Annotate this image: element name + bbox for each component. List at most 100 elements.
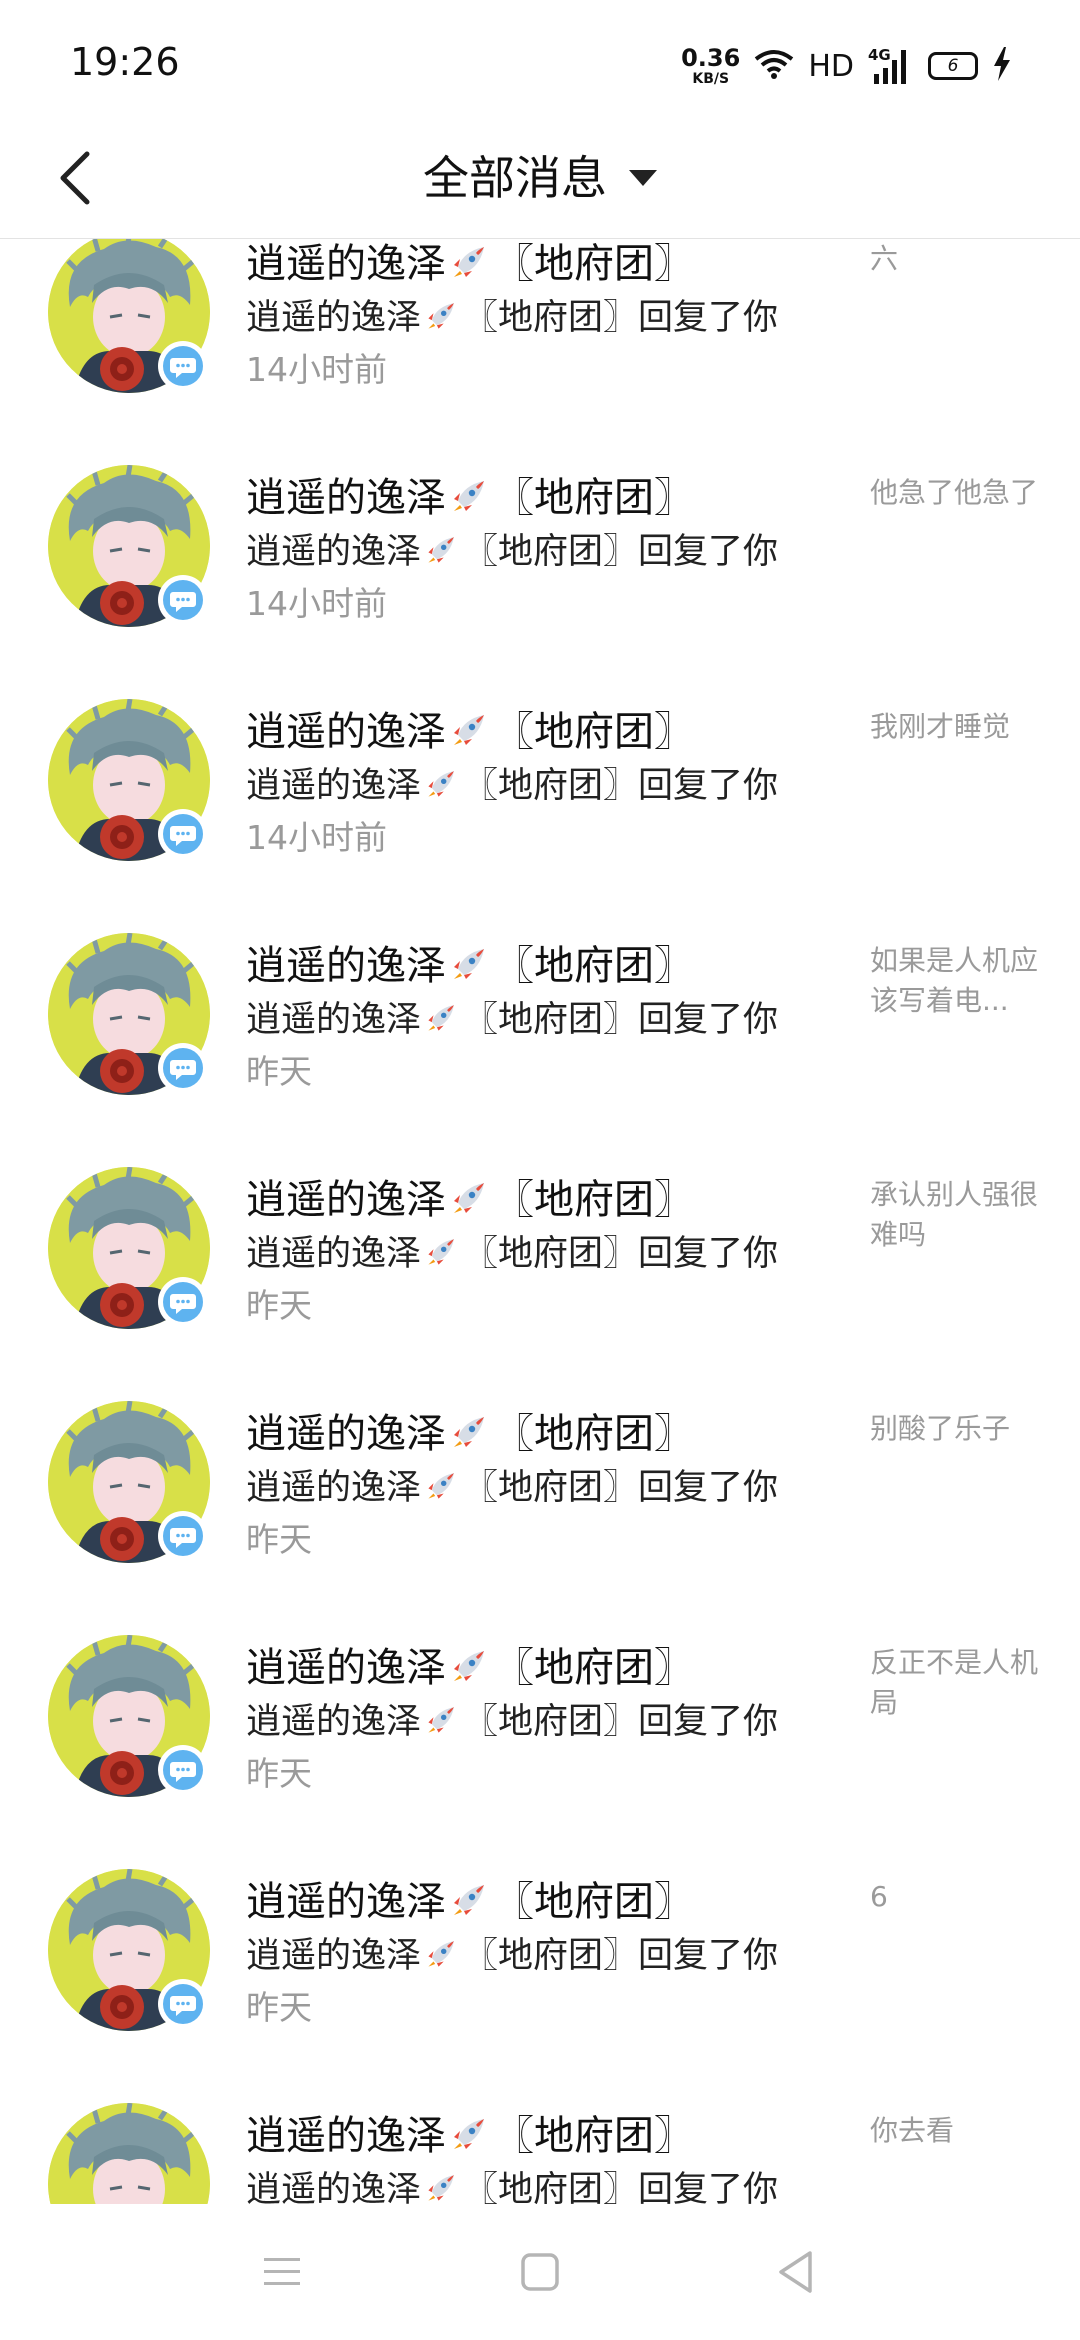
reply-preview[interactable]: 如果是人机应该写着电... bbox=[870, 941, 1040, 1021]
action-group: 〖地府团〗 bbox=[463, 2170, 639, 2204]
action-nickname: 逍遥的逸泽 bbox=[246, 298, 422, 338]
reply-preview[interactable]: 承认别人强很难吗 bbox=[870, 1175, 1040, 1255]
sender-name[interactable]: 逍遥的逸泽 〖地府团〗 bbox=[246, 1401, 694, 1461]
sender-nickname: 逍遥的逸泽 bbox=[246, 709, 446, 755]
charging-icon bbox=[992, 47, 1012, 85]
message-time: 昨天 bbox=[246, 1520, 312, 1559]
rocket-icon bbox=[425, 766, 459, 809]
action-suffix: 回复了你 bbox=[638, 2170, 779, 2204]
reply-preview[interactable]: 你去看 bbox=[870, 2111, 1040, 2151]
comment-badge-icon bbox=[158, 809, 208, 859]
action-text: 逍遥的逸泽 〖地府团〗回复了你 bbox=[246, 1693, 778, 1745]
message-row[interactable]: 逍遥的逸泽 〖地府团〗逍遥的逸泽 〖地府团〗回复了你昨天你去看 bbox=[0, 2103, 1080, 2204]
rocket-icon bbox=[425, 532, 459, 575]
sender-name[interactable]: 逍遥的逸泽 〖地府团〗 bbox=[246, 2103, 694, 2163]
rocket-icon bbox=[450, 943, 490, 993]
reply-preview[interactable]: 别酸了乐子 bbox=[870, 1409, 1040, 1449]
sender-nickname: 逍遥的逸泽 bbox=[246, 2113, 446, 2159]
sender-name[interactable]: 逍遥的逸泽 〖地府团〗 bbox=[246, 465, 694, 525]
message-row[interactable]: 逍遥的逸泽 〖地府团〗 逍遥的逸泽 〖地府团〗回复了你 14小时前 我刚才睡觉 bbox=[0, 699, 1080, 933]
action-suffix: 回复了你 bbox=[638, 1936, 779, 1976]
rocket-icon bbox=[425, 1234, 459, 1277]
message-row[interactable]: 逍遥的逸泽 〖地府团〗 逍遥的逸泽 〖地府团〗回复了你 昨天 6 bbox=[0, 1869, 1080, 2103]
battery-level: 6 bbox=[947, 56, 959, 76]
back-triangle-icon bbox=[776, 2250, 816, 2298]
sender-nickname: 逍遥的逸泽 bbox=[246, 475, 446, 521]
home-button[interactable] bbox=[510, 2246, 570, 2302]
hd-label: HD bbox=[808, 48, 854, 84]
reply-preview[interactable]: 6 bbox=[870, 1877, 1040, 1917]
rocket-icon bbox=[450, 1645, 490, 1695]
action-text: 逍遥的逸泽 〖地府团〗回复了你 bbox=[246, 289, 778, 341]
sender-nickname: 逍遥的逸泽 bbox=[246, 1645, 446, 1691]
sender-group: 〖地府团〗 bbox=[494, 475, 694, 521]
action-text: 逍遥的逸泽 〖地府团〗回复了你 bbox=[246, 2161, 778, 2204]
message-row[interactable]: 逍遥的逸泽 〖地府团〗 逍遥的逸泽 〖地府团〗回复了你 14小时前 他急了他急了 bbox=[0, 465, 1080, 699]
sender-group: 〖地府团〗 bbox=[494, 1411, 694, 1457]
sender-name[interactable]: 逍遥的逸泽 〖地府团〗 bbox=[246, 933, 694, 993]
rocket-icon bbox=[425, 1000, 459, 1043]
action-group: 〖地府团〗 bbox=[463, 1936, 639, 1976]
sender-group: 〖地府团〗 bbox=[494, 709, 694, 755]
action-suffix: 回复了你 bbox=[638, 1702, 779, 1742]
comment-badge-icon bbox=[158, 1745, 208, 1795]
sender-name[interactable]: 逍遥的逸泽 〖地府团〗 bbox=[246, 239, 694, 291]
action-text: 逍遥的逸泽 〖地府团〗回复了你 bbox=[246, 1459, 778, 1511]
sender-name[interactable]: 逍遥的逸泽 〖地府团〗 bbox=[246, 1167, 694, 1227]
network-speed-value: 0.36 bbox=[681, 44, 741, 72]
message-time: 14小时前 bbox=[246, 818, 387, 857]
rocket-icon bbox=[450, 1411, 490, 1461]
rocket-icon bbox=[450, 1177, 490, 1227]
reply-preview[interactable]: 反正不是人机局 bbox=[870, 1643, 1040, 1723]
network-speed: 0.36 KB/S bbox=[681, 46, 740, 86]
menu-button[interactable] bbox=[252, 2246, 312, 2302]
wifi-icon bbox=[754, 49, 794, 83]
rocket-icon bbox=[425, 1936, 459, 1979]
sender-nickname: 逍遥的逸泽 bbox=[246, 241, 446, 287]
sender-group: 〖地府团〗 bbox=[494, 1645, 694, 1691]
message-time: 昨天 bbox=[246, 1286, 312, 1325]
rocket-icon bbox=[425, 1702, 459, 1745]
action-nickname: 逍遥的逸泽 bbox=[246, 1702, 422, 1742]
message-row[interactable]: 逍遥的逸泽 〖地府团〗 逍遥的逸泽 〖地府团〗回复了你 14小时前六 bbox=[0, 239, 1080, 465]
action-group: 〖地府团〗 bbox=[463, 1702, 639, 1742]
sender-nickname: 逍遥的逸泽 bbox=[246, 1879, 446, 1925]
action-nickname: 逍遥的逸泽 bbox=[246, 2170, 422, 2204]
system-back-button[interactable] bbox=[766, 2246, 826, 2302]
action-text: 逍遥的逸泽 〖地府团〗回复了你 bbox=[246, 991, 778, 1043]
sender-name[interactable]: 逍遥的逸泽 〖地府团〗 bbox=[246, 1635, 694, 1695]
action-nickname: 逍遥的逸泽 bbox=[246, 1234, 422, 1274]
rocket-icon bbox=[450, 1879, 490, 1929]
message-row[interactable]: 逍遥的逸泽 〖地府团〗 逍遥的逸泽 〖地府团〗回复了你 昨天 反正不是人机局 bbox=[0, 1635, 1080, 1869]
comment-badge-icon bbox=[158, 1043, 208, 1093]
rocket-icon bbox=[450, 709, 490, 759]
message-row[interactable]: 逍遥的逸泽 〖地府团〗 逍遥的逸泽 〖地府团〗回复了你昨天 如果是人机应该写着电..… bbox=[0, 933, 1080, 1167]
action-nickname: 逍遥的逸泽 bbox=[246, 1936, 422, 1976]
top-app-bar: 全部消息 bbox=[0, 120, 1080, 239]
sender-group: 〖地府团〗 bbox=[494, 943, 694, 989]
action-text: 逍遥的逸泽 〖地府团〗回复了你 bbox=[246, 757, 778, 809]
action-nickname: 逍遥的逸泽 bbox=[246, 1468, 422, 1508]
action-group: 〖地府团〗 bbox=[463, 766, 639, 806]
comment-badge-icon bbox=[158, 1277, 208, 1327]
action-suffix: 回复了你 bbox=[638, 532, 779, 572]
avatar[interactable] bbox=[48, 2103, 210, 2204]
reply-preview[interactable]: 六 bbox=[870, 239, 1040, 279]
message-row[interactable]: 逍遥的逸泽 〖地府团〗 逍遥的逸泽 〖地府团〗回复了你 昨天 别酸了乐子 bbox=[0, 1401, 1080, 1635]
message-time: 昨天 bbox=[246, 1754, 312, 1793]
reply-preview[interactable]: 他急了他急了 bbox=[870, 473, 1040, 513]
sender-name[interactable]: 逍遥的逸泽 〖地府团〗 bbox=[246, 1869, 694, 1929]
comment-badge-icon bbox=[158, 1511, 208, 1561]
action-suffix: 回复了你 bbox=[638, 1234, 779, 1274]
action-nickname: 逍遥的逸泽 bbox=[246, 532, 422, 572]
sender-name[interactable]: 逍遥的逸泽 〖地府团〗 bbox=[246, 699, 694, 759]
cell-signal-icon: 4G bbox=[868, 46, 914, 86]
message-row[interactable]: 逍遥的逸泽 〖地府团〗 逍遥的逸泽 〖地府团〗回复了你 昨天 承认别人强很难吗 bbox=[0, 1167, 1080, 1401]
message-filter-dropdown[interactable]: 全部消息 bbox=[0, 142, 1080, 208]
reply-preview[interactable]: 我刚才睡觉 bbox=[870, 707, 1040, 747]
message-list-viewport[interactable]: 逍遥的逸泽 〖地府团〗逍遥的逸泽 〖地府团〗回复了你14小时前六 逍遥的逸泽 bbox=[0, 239, 1080, 2204]
message-time: 昨天 bbox=[246, 1052, 312, 1091]
action-suffix: 回复了你 bbox=[638, 1468, 779, 1508]
page-title: 全部消息 bbox=[423, 151, 607, 205]
battery-icon: 6 bbox=[928, 52, 978, 80]
